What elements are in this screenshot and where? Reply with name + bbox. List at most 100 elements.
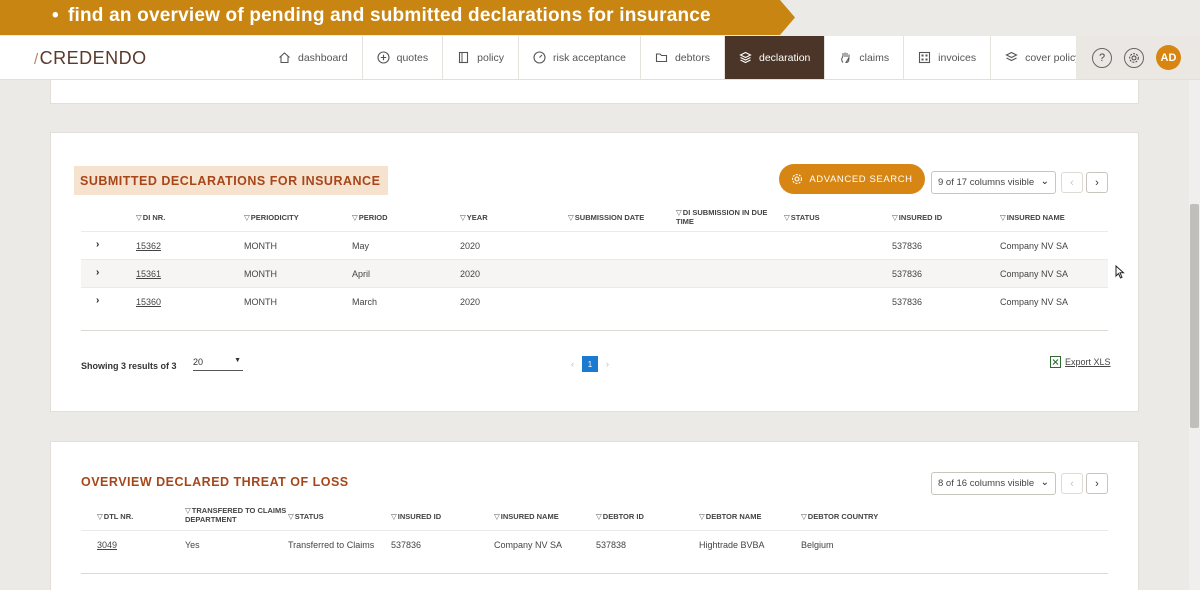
nav-label: risk acceptance: [553, 51, 626, 64]
cell-insured-name: Company NV SA: [1000, 241, 1069, 251]
home-icon: [278, 51, 291, 64]
cell-insured-id: 537836: [892, 241, 923, 251]
table-row[interactable]: › 15360 MONTH March 2020 537836 Company …: [81, 287, 1108, 315]
nav-claims[interactable]: claims: [825, 36, 905, 79]
header-label: DI NR.: [142, 213, 166, 222]
table-row[interactable]: › 15362 MONTH May 2020 537836 Company NV…: [81, 231, 1108, 259]
col-header-transfered[interactable]: ▽TRANSFERED TO CLAIMS DEPARTMENT: [185, 506, 290, 524]
nav-invoices[interactable]: invoices: [904, 36, 992, 79]
filter-icon: ▽: [352, 213, 358, 222]
chevron-down-icon: ⌄: [1040, 477, 1049, 488]
scroll-right-button[interactable]: ›: [1086, 172, 1108, 193]
header-label: DEBTOR COUNTRY: [807, 512, 879, 521]
col-header-insured-name[interactable]: ▽INSURED NAME: [494, 512, 559, 521]
filter-icon: ▽: [97, 512, 103, 521]
expand-row-icon[interactable]: ›: [96, 239, 99, 250]
nav-risk-acceptance[interactable]: risk acceptance: [519, 36, 641, 79]
cell-insured-id: 537836: [892, 269, 923, 279]
help-icon[interactable]: ?: [1092, 47, 1112, 68]
chevron-right-icon: ›: [1095, 477, 1099, 490]
nav-label: cover policy: [1025, 51, 1081, 64]
di-nr-link[interactable]: 15360: [136, 297, 161, 307]
document-icon: [457, 51, 470, 64]
page-1-button[interactable]: 1: [582, 356, 598, 372]
cell-insured-id: 537836: [391, 540, 422, 550]
nav-label: policy: [477, 51, 505, 64]
col-header-insured-id[interactable]: ▽INSURED ID: [892, 213, 942, 222]
credendo-logo[interactable]: /CREDENDO: [34, 48, 147, 69]
table-row[interactable]: 3049 Yes Transferred to Claims 537836 Co…: [81, 530, 1108, 558]
nav-declaration[interactable]: declaration: [725, 36, 826, 79]
advanced-search-button[interactable]: ADVANCED SEARCH: [779, 164, 925, 194]
banner-bullet: •: [52, 5, 59, 26]
top-navigation: /CREDENDO dashboard quotes policy risk a…: [0, 36, 1200, 80]
header-label: DI SUBMISSION IN DUE TIME: [676, 208, 768, 226]
cell-period: April: [352, 269, 371, 279]
cell-period: March: [352, 297, 378, 307]
scroll-left-button[interactable]: ‹: [1061, 473, 1083, 494]
page-size-select[interactable]: 20 ▼: [193, 357, 243, 371]
cell-periodicity: MONTH: [244, 269, 277, 279]
col-header-debtor-name[interactable]: ▽DEBTOR NAME: [699, 512, 761, 521]
header-label: TRANSFERED TO CLAIMS DEPARTMENT: [185, 506, 287, 524]
columns-visible-text: 9 of 17 columns visible: [938, 177, 1035, 188]
col-header-status[interactable]: ▽STATUS: [784, 213, 820, 222]
scroll-right-button[interactable]: ›: [1086, 473, 1108, 494]
col-header-periodicity[interactable]: ▽PERIODICITY: [244, 213, 299, 222]
columns-visible-select[interactable]: 9 of 17 columns visible ⌄: [931, 171, 1056, 194]
col-header-due-time[interactable]: ▽DI SUBMISSION IN DUE TIME: [676, 208, 776, 226]
filter-icon: ▽: [494, 512, 500, 521]
col-header-insured-name[interactable]: ▽INSURED NAME: [1000, 213, 1065, 222]
col-header-di-nr[interactable]: ▽DI NR.: [136, 213, 165, 222]
expand-row-icon[interactable]: ›: [96, 295, 99, 306]
logo-mark: /: [34, 51, 39, 68]
nav-label: dashboard: [298, 51, 348, 64]
columns-visible-select[interactable]: 8 of 16 columns visible ⌄: [931, 472, 1056, 495]
header-label: INSURED NAME: [500, 512, 559, 521]
grid-icon: [918, 51, 931, 64]
nav-quotes[interactable]: quotes: [363, 36, 444, 79]
col-header-submission-date[interactable]: ▽SUBMISSION DATE: [568, 213, 644, 222]
nav-label: invoices: [938, 51, 977, 64]
di-nr-link[interactable]: 15362: [136, 241, 161, 251]
col-header-period[interactable]: ▽PERIOD: [352, 213, 388, 222]
col-header-year[interactable]: ▽YEAR: [460, 213, 488, 222]
logo-text: CREDENDO: [39, 48, 147, 68]
gauge-icon: [533, 51, 546, 64]
header-label: YEAR: [466, 213, 488, 222]
header-label: DEBTOR ID: [602, 512, 644, 521]
col-header-dtl-nr[interactable]: ▽DTL NR.: [97, 512, 133, 521]
cell-period: May: [352, 241, 370, 251]
table-row[interactable]: › 15361 MONTH April 2020 537836 Company …: [81, 259, 1108, 287]
nav-label: claims: [859, 51, 890, 64]
expand-row-icon[interactable]: ›: [96, 267, 99, 278]
chevron-right-icon: ›: [1095, 176, 1099, 189]
col-header-status[interactable]: ▽STATUS: [288, 512, 324, 521]
header-label: STATUS: [790, 213, 820, 222]
di-nr-link[interactable]: 15361: [136, 269, 161, 279]
nav-dashboard[interactable]: dashboard: [264, 36, 363, 79]
page-scrollbar[interactable]: [1189, 80, 1200, 590]
cell-insured-name: Company NV SA: [1000, 297, 1069, 307]
cell-transfered: Yes: [185, 540, 200, 550]
cell-year: 2020: [460, 241, 481, 251]
nav-debtors[interactable]: debtors: [641, 36, 725, 79]
nav-label: quotes: [396, 51, 429, 64]
header-label: INSURED ID: [397, 512, 442, 521]
page-size-value: 20: [193, 357, 204, 367]
col-header-debtor-country[interactable]: ▽DEBTOR COUNTRY: [801, 512, 878, 521]
nav-policy[interactable]: policy: [443, 36, 520, 79]
next-page-button[interactable]: ›: [606, 359, 609, 369]
prev-page-button[interactable]: ‹: [571, 359, 574, 369]
cell-periodicity: MONTH: [244, 241, 277, 251]
scroll-left-button[interactable]: ‹: [1061, 172, 1083, 193]
filter-icon: ▽: [244, 213, 250, 222]
col-header-debtor-id[interactable]: ▽DEBTOR ID: [596, 512, 644, 521]
tutorial-banner: • find an overview of pending and submit…: [0, 0, 795, 35]
avatar[interactable]: AD: [1156, 45, 1181, 70]
col-header-insured-id[interactable]: ▽INSURED ID: [391, 512, 441, 521]
export-xls-link[interactable]: Export XLS: [1050, 356, 1111, 368]
scrollbar-thumb[interactable]: [1190, 204, 1199, 428]
settings-icon[interactable]: [1124, 47, 1144, 68]
dtl-nr-link[interactable]: 3049: [97, 540, 117, 550]
